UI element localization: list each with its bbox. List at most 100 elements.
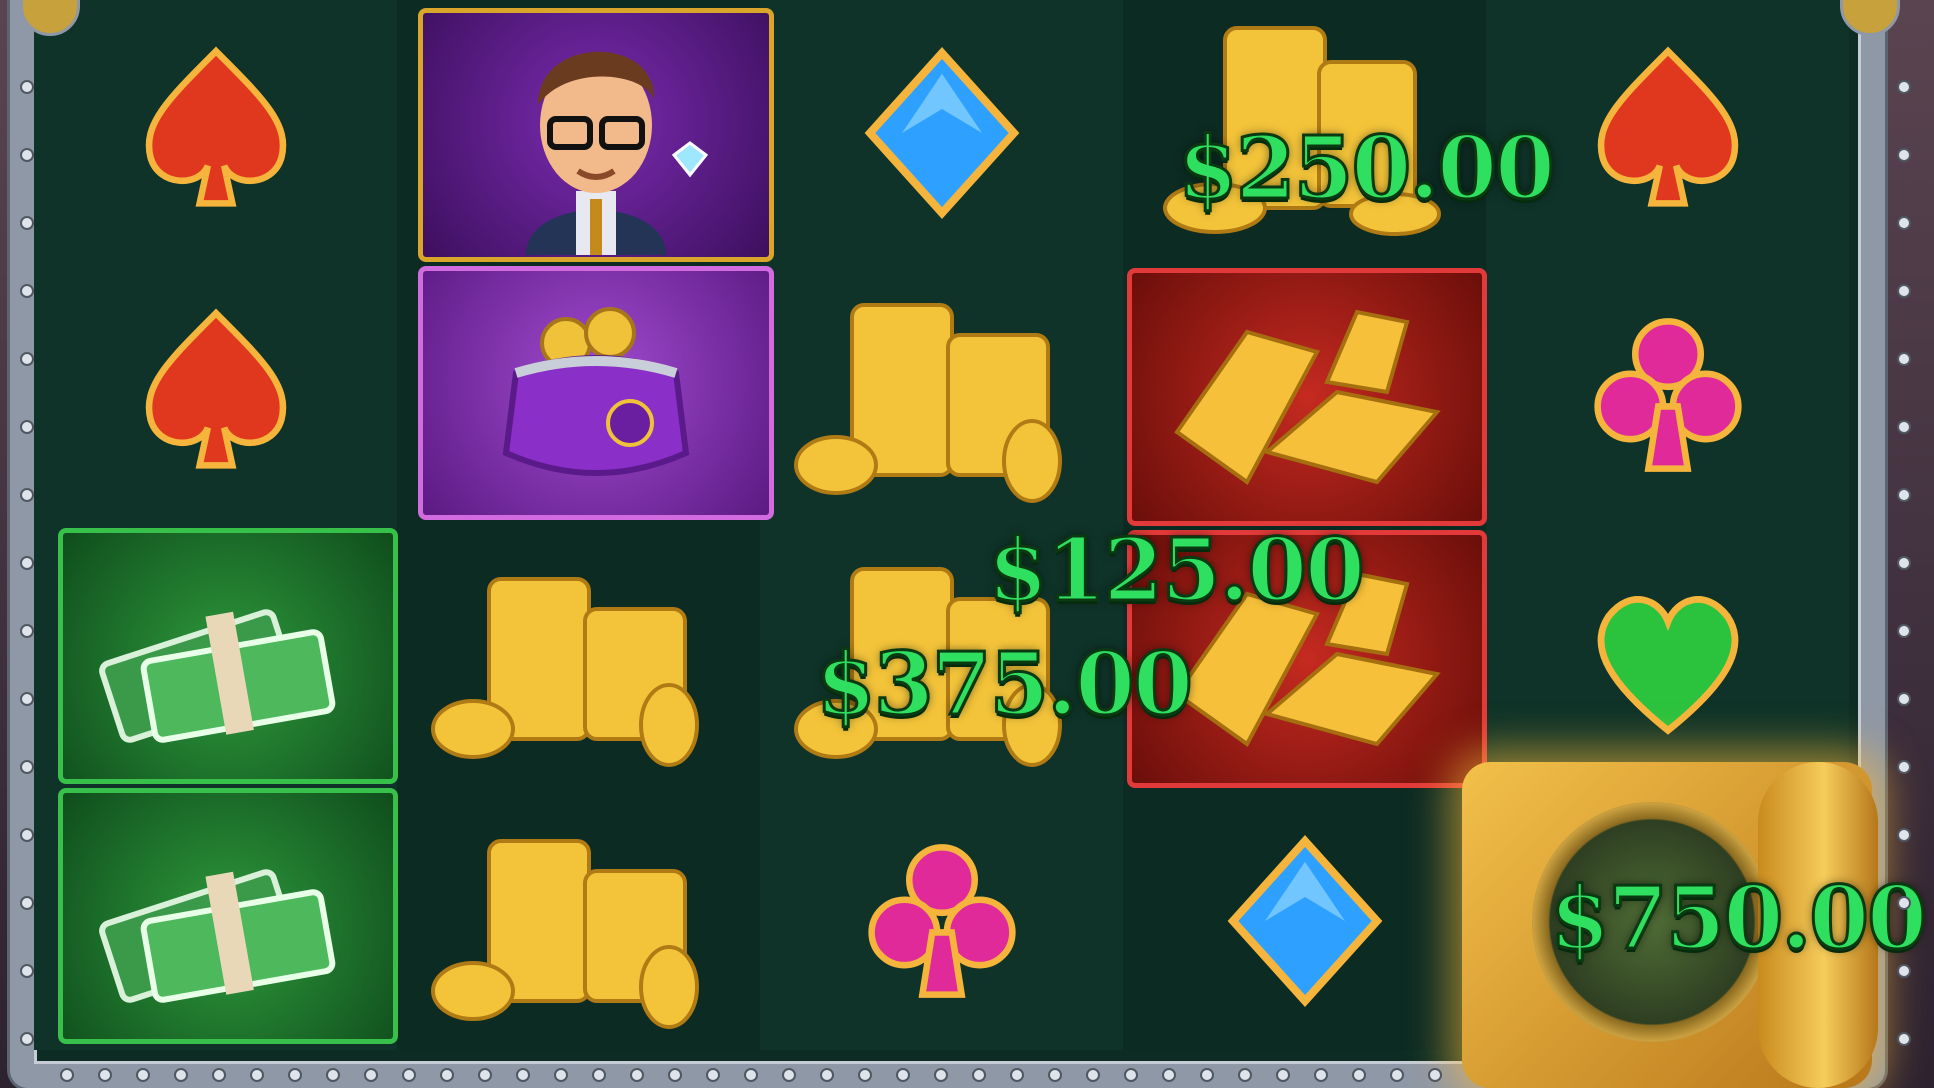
frame-rivet	[60, 1068, 74, 1082]
frame-rivet	[1124, 1068, 1138, 1082]
symbol-pink-club	[760, 790, 1123, 1052]
frame-rivet	[744, 1068, 758, 1082]
frame-rivet	[972, 1068, 986, 1082]
frame-rivet	[20, 556, 34, 570]
frame-rivet	[1897, 352, 1911, 366]
frame-rivet	[1897, 760, 1911, 774]
frame-rivet	[20, 624, 34, 638]
symbol-cash-stack	[58, 788, 398, 1044]
frame-rivet	[174, 1068, 188, 1082]
symbol-red-spade	[34, 2, 397, 264]
red-spade-icon	[145, 46, 286, 207]
frame-rivet	[20, 420, 34, 434]
symbol-purple-purse	[418, 266, 774, 520]
frame-rivet	[592, 1068, 606, 1082]
gold-bars-icon	[1174, 309, 1441, 485]
frame-rivet	[20, 896, 34, 910]
symbol-pink-club	[1486, 264, 1849, 526]
frame-rivet	[1897, 556, 1911, 570]
frame-rivet	[1897, 80, 1911, 94]
frame-rivet	[1428, 1068, 1442, 1082]
symbol-gold-bars	[1127, 268, 1487, 526]
blue-diamond-icon	[864, 47, 1019, 219]
frame-rivet	[20, 828, 34, 842]
frame-rivet	[136, 1068, 150, 1082]
frame-rivet	[1048, 1068, 1062, 1082]
red-spade-icon	[145, 308, 286, 469]
frame-rivet	[20, 760, 34, 774]
win-amount-coin-mid-upper: $125.00	[987, 519, 1367, 623]
frame-rivet	[934, 1068, 948, 1082]
frame-rivet	[1897, 964, 1911, 978]
symbol-blue-diamond	[1123, 790, 1486, 1052]
frame-rivet	[250, 1068, 264, 1082]
frame-rivet	[516, 1068, 530, 1082]
frame-rivet	[1352, 1068, 1366, 1082]
frame-rivet	[706, 1068, 720, 1082]
frame-rivet	[1897, 1032, 1911, 1046]
purse-icon	[502, 307, 690, 476]
symbol-gold-coins	[397, 528, 760, 790]
symbol-green-heart	[1486, 528, 1849, 790]
frame-rivet	[1897, 624, 1911, 638]
cash-stack-icon	[99, 869, 336, 1003]
frame-rivet	[896, 1068, 910, 1082]
frame-rivet	[1086, 1068, 1100, 1082]
frame-rivet	[1276, 1068, 1290, 1082]
frame-rivet	[288, 1068, 302, 1082]
frame-rivet	[1314, 1068, 1328, 1082]
frame-rivet	[20, 148, 34, 162]
frame-rivet	[1897, 148, 1911, 162]
frame-rivet	[1200, 1068, 1214, 1082]
frame-rivet	[782, 1068, 796, 1082]
frame-rivet	[1162, 1068, 1176, 1082]
businessman-character-icon	[526, 51, 709, 255]
frame-rivet	[478, 1068, 492, 1082]
green-heart-icon	[1597, 596, 1738, 735]
frame-rivet	[20, 1032, 34, 1046]
frame-rivet	[668, 1068, 682, 1082]
frame-rivet	[440, 1068, 454, 1082]
win-amount-coin-top: $250.00	[1177, 117, 1557, 221]
frame-rivet	[98, 1068, 112, 1082]
frame-rivet	[20, 352, 34, 366]
frame-rivet	[858, 1068, 872, 1082]
frame-rivet	[1897, 828, 1911, 842]
frame-rivet	[1897, 488, 1911, 502]
frame-rivet	[554, 1068, 568, 1082]
frame-rivet	[20, 216, 34, 230]
pink-club-icon	[867, 844, 1016, 998]
frame-rivet	[326, 1068, 340, 1082]
symbol-blue-diamond	[760, 2, 1123, 264]
symbol-cash-stack	[58, 528, 398, 784]
frame-rivet	[20, 488, 34, 502]
symbol-gold-coins	[397, 790, 760, 1052]
frame-rivet	[1897, 216, 1911, 230]
symbol-red-spade	[34, 264, 397, 526]
frame-rivet	[20, 692, 34, 706]
frame-rivet	[1010, 1068, 1024, 1082]
red-spade-icon	[1597, 46, 1738, 207]
win-amount-coin-mid-lower: $375.00	[815, 633, 1195, 737]
symbol-character-man-with-diamond	[418, 8, 774, 262]
frame-rivet	[1897, 896, 1911, 910]
frame-rivet	[630, 1068, 644, 1082]
frame-rivet	[212, 1068, 226, 1082]
frame-rivet	[402, 1068, 416, 1082]
gold-coins-icon	[430, 839, 699, 1029]
frame-rivet	[1390, 1068, 1404, 1082]
frame-rivet	[820, 1068, 834, 1082]
frame-rivet	[20, 284, 34, 298]
symbol-gold-coins	[760, 264, 1123, 526]
frame-rivet	[1238, 1068, 1252, 1082]
frame-rivet	[1897, 284, 1911, 298]
gold-coins-icon	[793, 303, 1062, 503]
cash-stack-icon	[99, 609, 336, 743]
frame-rivet	[1897, 692, 1911, 706]
frame-rivet	[20, 80, 34, 94]
gold-coins-icon	[430, 577, 699, 767]
frame-rivet	[20, 964, 34, 978]
blue-diamond-icon	[1227, 835, 1382, 1007]
frame-rivet	[364, 1068, 378, 1082]
frame-rivet	[1897, 420, 1911, 434]
